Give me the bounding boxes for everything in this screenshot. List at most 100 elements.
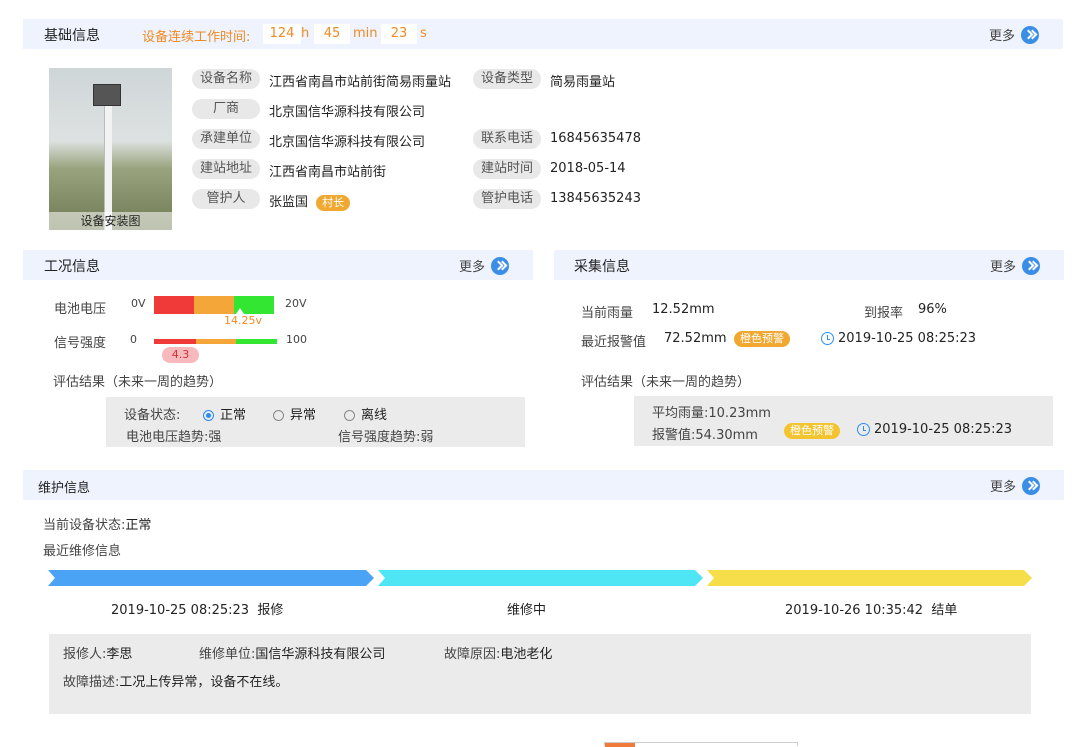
signal-trend: 信号强度趋势:弱 (338, 426, 433, 445)
collection-title: 采集信息 (574, 259, 630, 275)
label-contractor: 承建单位 (192, 129, 260, 149)
double-chevron-right-icon (1022, 476, 1041, 495)
condition-title: 工况信息 (44, 259, 100, 275)
pole-graphic (104, 88, 112, 230)
alarm-value: 报警值:54.30mm (652, 424, 758, 443)
keeper-role-badge: 村长 (316, 195, 351, 211)
repair-progress (48, 570, 1032, 586)
uptime-minutes: 45 (314, 24, 350, 44)
current-status: 当前设备状态:正常 (43, 514, 151, 533)
signal-gauge-red (154, 339, 196, 344)
clock-icon (857, 423, 870, 436)
fault-desc-value: 工况上传异常，设备不在线。 (119, 675, 289, 690)
current-status-value: 正常 (125, 518, 152, 533)
maintenance-more-button[interactable]: 更多 (990, 476, 1041, 495)
battery-trend-label: 电池电压趋势: (126, 430, 209, 445)
signal-label: 信号强度 (54, 336, 107, 351)
report-rate-label: 到报率 (864, 306, 904, 321)
fault-cause-label: 故障原因: (444, 647, 501, 662)
battery-label: 电池电压 (54, 302, 107, 317)
collection-header: 采集信息 更多 (554, 250, 1064, 280)
status-option-normal[interactable]: 正常 (203, 404, 246, 423)
fault-desc-label: 故障描述: (63, 675, 120, 690)
avg-rain-value: 10.23mm (708, 406, 771, 421)
signal-trend-label: 信号强度趋势: (338, 430, 421, 445)
basic-more-button[interactable]: 更多 (989, 25, 1040, 44)
bottom-widget-edge (604, 742, 798, 747)
signal-gauge-orange (196, 339, 236, 344)
radio-icon (273, 410, 284, 421)
battery-value: 14.25v (224, 314, 263, 327)
repair-unit-value: 国信华源科技有限公司 (255, 647, 386, 662)
label-keeper-phone: 管护电话 (473, 189, 541, 209)
status-label: 设备状态: (124, 408, 181, 423)
basic-info-header: 基础信息 设备连续工作时间: 124 h 45 min 23 s 更多 (23, 19, 1063, 49)
battery-trend: 电池电压趋势:强 (126, 426, 221, 445)
battery-max: 20V (285, 297, 307, 310)
collection-more-button[interactable]: 更多 (990, 256, 1041, 275)
repair-detail-box: 报修人:李思 维修单位:国信华源科技有限公司 故障原因:电池老化 故障描述:工况… (49, 634, 1031, 714)
battery-gauge-red (154, 296, 194, 314)
label-build-time: 建站时间 (473, 159, 541, 179)
uptime-s-unit: s (420, 26, 427, 41)
label-device-type: 设备类型 (473, 69, 541, 89)
reporter-label: 报修人: (63, 647, 107, 662)
basic-more-label: 更多 (989, 29, 1016, 44)
status-option-offline[interactable]: 离线 (344, 404, 387, 423)
alarm-time-2-text: 2019-10-25 08:25:23 (874, 422, 1013, 437)
signal-min: 0 (130, 333, 137, 346)
value-vendor: 北京国信华源科技有限公司 (269, 105, 426, 120)
reporter: 报修人:李思 (63, 643, 132, 662)
status-option-label: 离线 (361, 408, 388, 423)
solar-panel-graphic (93, 84, 121, 106)
battery-gauge-orange (194, 296, 234, 314)
signal-trend-value: 弱 (420, 430, 434, 445)
alarm-level-badge: 橙色预警 (734, 331, 790, 347)
condition-more-button[interactable]: 更多 (459, 256, 510, 275)
alarm-level-badge-2: 橙色预警 (784, 423, 840, 439)
reporter-value: 李思 (106, 647, 133, 662)
device-photo: 设备安装图 (49, 68, 172, 230)
uptime-h-unit: h (301, 26, 310, 41)
maintenance-header: 维护信息 更多 (23, 470, 1064, 500)
alarm-value-text: 54.30mm (695, 428, 758, 443)
progress-step-2 (378, 570, 703, 586)
uptime-hours: 124 (263, 24, 301, 44)
clock-icon (821, 332, 834, 345)
alarm-time-text: 2019-10-25 08:25:23 (838, 331, 977, 346)
avg-rain: 平均雨量:10.23mm (652, 402, 771, 421)
maintenance-title: 维护信息 (38, 481, 91, 496)
label-keeper: 管护人 (192, 189, 260, 209)
fault-cause: 故障原因:电池老化 (444, 643, 552, 662)
collection-more-label: 更多 (990, 260, 1017, 275)
status-option-abnormal[interactable]: 异常 (273, 404, 316, 423)
collection-eval-title: 评估结果（未来一周的趋势） (581, 375, 751, 390)
signal-gauge-green (236, 339, 277, 344)
value-build-time: 2018-05-14 (550, 161, 626, 176)
recent-repair-title: 最近维修信息 (43, 544, 122, 559)
alarm-time: 2019-10-25 08:25:23 (821, 331, 976, 346)
alarm-time-2: 2019-10-25 08:25:23 (857, 422, 1012, 437)
maintenance-more-label: 更多 (990, 480, 1017, 495)
signal-gauge (154, 339, 277, 344)
basic-info-title: 基础信息 (44, 28, 100, 44)
value-keeper: 张监国 村长 (269, 191, 351, 211)
uptime-label: 设备连续工作时间: (142, 30, 251, 45)
double-chevron-right-icon (1021, 25, 1040, 44)
current-rain-value: 12.52mm (652, 302, 715, 317)
avg-rain-label: 平均雨量: (652, 406, 709, 421)
current-rain-label: 当前雨量 (581, 306, 634, 321)
value-address: 江西省南昌市站前街 (269, 165, 387, 180)
keeper-name: 张监国 (269, 195, 309, 210)
uptime-min-unit: min (353, 26, 378, 41)
radio-icon (344, 410, 355, 421)
fault-cause-value: 电池老化 (500, 647, 553, 662)
condition-more-label: 更多 (459, 260, 486, 275)
battery-gauge (154, 296, 274, 314)
label-address: 建站地址 (192, 159, 260, 179)
signal-max: 100 (286, 333, 307, 346)
alarm-value-label: 报警值: (652, 428, 696, 443)
condition-header: 工况信息 更多 (23, 250, 533, 280)
double-chevron-right-icon (1022, 256, 1041, 275)
last-alarm-value: 72.52mm (664, 331, 727, 346)
